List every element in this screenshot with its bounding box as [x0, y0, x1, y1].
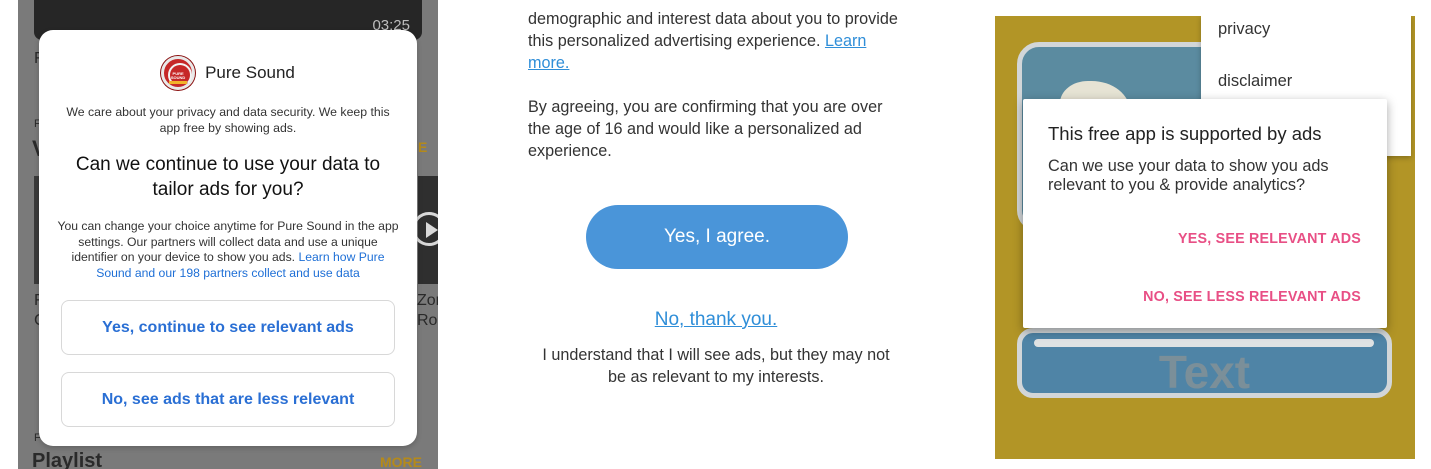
app-name: Pure Sound [205, 63, 295, 82]
ads-consent-dialog: This free app is supported by ads Can we… [1023, 99, 1387, 328]
accept-relevant-ads-button[interactable]: Yes, continue to see relevant ads [61, 300, 395, 355]
background-text: Zor [417, 292, 438, 309]
panel-pure-sound: 03:25 F F V E F C Zor Roa F Playlist MOR… [18, 0, 438, 469]
decline-link[interactable]: No, thank you. [510, 309, 922, 331]
intro-text: We care about your privacy and data secu… [66, 105, 390, 135]
consent-dialog: PURE SOUND Pure Sound We care about your… [39, 30, 417, 446]
background-more-link: MORE [380, 454, 422, 469]
agree-button[interactable]: Yes, I agree. [586, 205, 848, 269]
logo-text: PURE SOUND [170, 71, 186, 80]
age-confirmation-text: By agreeing, you are confirming that you… [528, 98, 883, 160]
menu-item-disclaimer[interactable]: disclaimer [1218, 72, 1292, 91]
background-text-box: Text [1017, 328, 1392, 398]
yes-relevant-ads-button[interactable]: YES, SEE RELEVANT ADS [1178, 231, 1361, 247]
background-text: Roa [417, 312, 438, 329]
decline-note: I understand that I will see ads, but th… [542, 346, 890, 386]
decline-relevant-ads-button[interactable]: No, see ads that are less relevant [61, 372, 395, 427]
background-section-title: Playlist [32, 450, 103, 469]
dialog-title: This free app is supported by ads [1048, 123, 1322, 144]
dialog-body: Can we use your data to show you ads rel… [1048, 157, 1329, 194]
background-word: Text [1158, 346, 1251, 398]
consent-paragraph: demographic and interest data about you … [528, 8, 908, 74]
background-more-link: E [418, 139, 428, 155]
app-logo: PURE SOUND [161, 56, 196, 90]
menu-item-privacy[interactable]: privacy [1218, 20, 1270, 39]
app-header: PURE SOUND Pure Sound [57, 56, 399, 90]
detail-text: You can change your choice anytime for P… [57, 219, 399, 281]
panel-free-app-ads: Text privacy disclaimer This free app is… [995, 16, 1415, 459]
no-less-relevant-ads-button[interactable]: NO, SEE LESS RELEVANT ADS [1143, 289, 1361, 305]
consent-question: Can we continue to use your data to tail… [75, 154, 381, 200]
logo-bar [169, 81, 188, 84]
panel-personalized-ads: demographic and interest data about you … [510, 0, 925, 469]
